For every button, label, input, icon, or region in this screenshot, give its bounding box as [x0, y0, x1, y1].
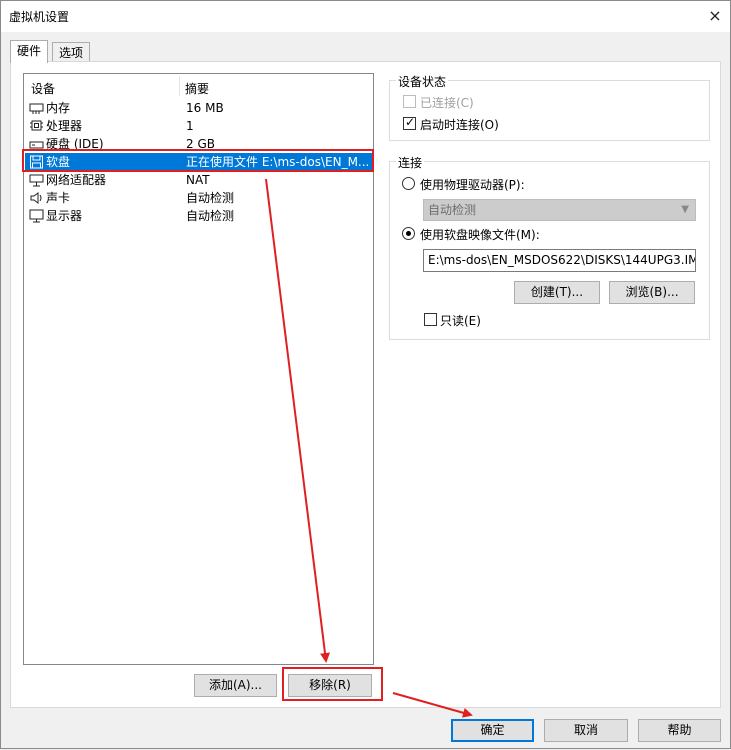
help-button[interactable]: 帮助	[638, 719, 721, 742]
connect-at-power-on-checkbox[interactable]: ✓	[403, 115, 416, 130]
annotation-highlight-floppy	[22, 149, 374, 172]
tab-options-label: 选项	[59, 46, 84, 60]
device-row-display[interactable]: 显示器 自动检测	[25, 207, 373, 225]
device-row-memory[interactable]: 内存 16 MB	[25, 99, 373, 117]
device-summary: 自动检测	[186, 209, 235, 223]
connection-title: 连接	[396, 154, 425, 171]
title-bar: 虚拟机设置 ×	[1, 1, 730, 32]
processor-icon	[30, 120, 43, 131]
read-only-label: 只读(E)	[440, 314, 481, 328]
network-adapter-icon	[29, 174, 44, 187]
sound-card-icon	[30, 192, 42, 204]
device-row-network[interactable]: 网络适配器 NAT	[25, 171, 373, 189]
image-file-radio[interactable]	[402, 227, 415, 240]
close-icon[interactable]: ×	[700, 1, 730, 31]
physical-drive-radio[interactable]	[402, 177, 415, 190]
tab-hardware-label: 硬件	[17, 44, 42, 58]
physical-drive-value: 自动检测	[428, 203, 477, 217]
device-name: 显示器	[46, 209, 83, 223]
tab-options[interactable]: 选项	[52, 42, 91, 63]
display-icon	[29, 209, 44, 223]
device-summary: 自动检测	[186, 191, 235, 205]
device-row-sound[interactable]: 声卡 自动检测	[25, 189, 373, 207]
device-list-header: 设备 摘要	[24, 74, 373, 100]
vm-settings-dialog: 虚拟机设置 × 硬件 选项 设备 摘要 内存 16 MB 处理器 1 硬盘 (I…	[0, 0, 731, 749]
radio-selected-dot	[406, 231, 411, 236]
physical-drive-label: 使用物理驱动器(P):	[420, 178, 525, 192]
window-title: 虚拟机设置	[9, 10, 70, 24]
connect-at-power-on-label: 启动时连接(O)	[420, 118, 499, 132]
checkmark-icon: ✓	[405, 115, 416, 129]
connected-label: 已连接(C)	[420, 96, 474, 110]
device-status-title: 设备状态	[396, 73, 449, 90]
device-name: 处理器	[46, 119, 83, 133]
device-summary: 1	[186, 119, 194, 133]
annotation-highlight-remove	[282, 667, 383, 701]
image-file-path-input[interactable]: E:\ms-dos\EN_MSDOS622\DISKS\144UPG3.IMG	[423, 249, 696, 272]
chevron-down-icon: ▼	[681, 204, 689, 215]
device-summary: NAT	[186, 173, 210, 187]
device-name: 网络适配器	[46, 173, 107, 187]
column-header-device[interactable]: 设备	[31, 80, 55, 97]
read-only-checkbox[interactable]	[424, 313, 437, 326]
device-summary: 16 MB	[186, 101, 224, 115]
add-button[interactable]: 添加(A)...	[194, 674, 277, 697]
column-header-summary[interactable]: 摘要	[185, 80, 209, 97]
device-row-processor[interactable]: 处理器 1	[25, 117, 373, 135]
column-divider[interactable]	[179, 76, 180, 96]
create-button[interactable]: 创建(T)...	[514, 281, 600, 304]
connected-checkbox[interactable]	[403, 95, 416, 108]
cancel-button[interactable]: 取消	[544, 719, 628, 742]
image-file-label: 使用软盘映像文件(M):	[420, 228, 540, 242]
memory-icon	[29, 103, 44, 114]
tab-hardware[interactable]: 硬件	[10, 40, 49, 63]
browse-button[interactable]: 浏览(B)...	[609, 281, 695, 304]
ok-button[interactable]: 确定	[451, 719, 534, 742]
physical-drive-select[interactable]: 自动检测 ▼	[423, 199, 696, 221]
device-name: 声卡	[46, 191, 71, 205]
device-name: 内存	[46, 101, 71, 115]
